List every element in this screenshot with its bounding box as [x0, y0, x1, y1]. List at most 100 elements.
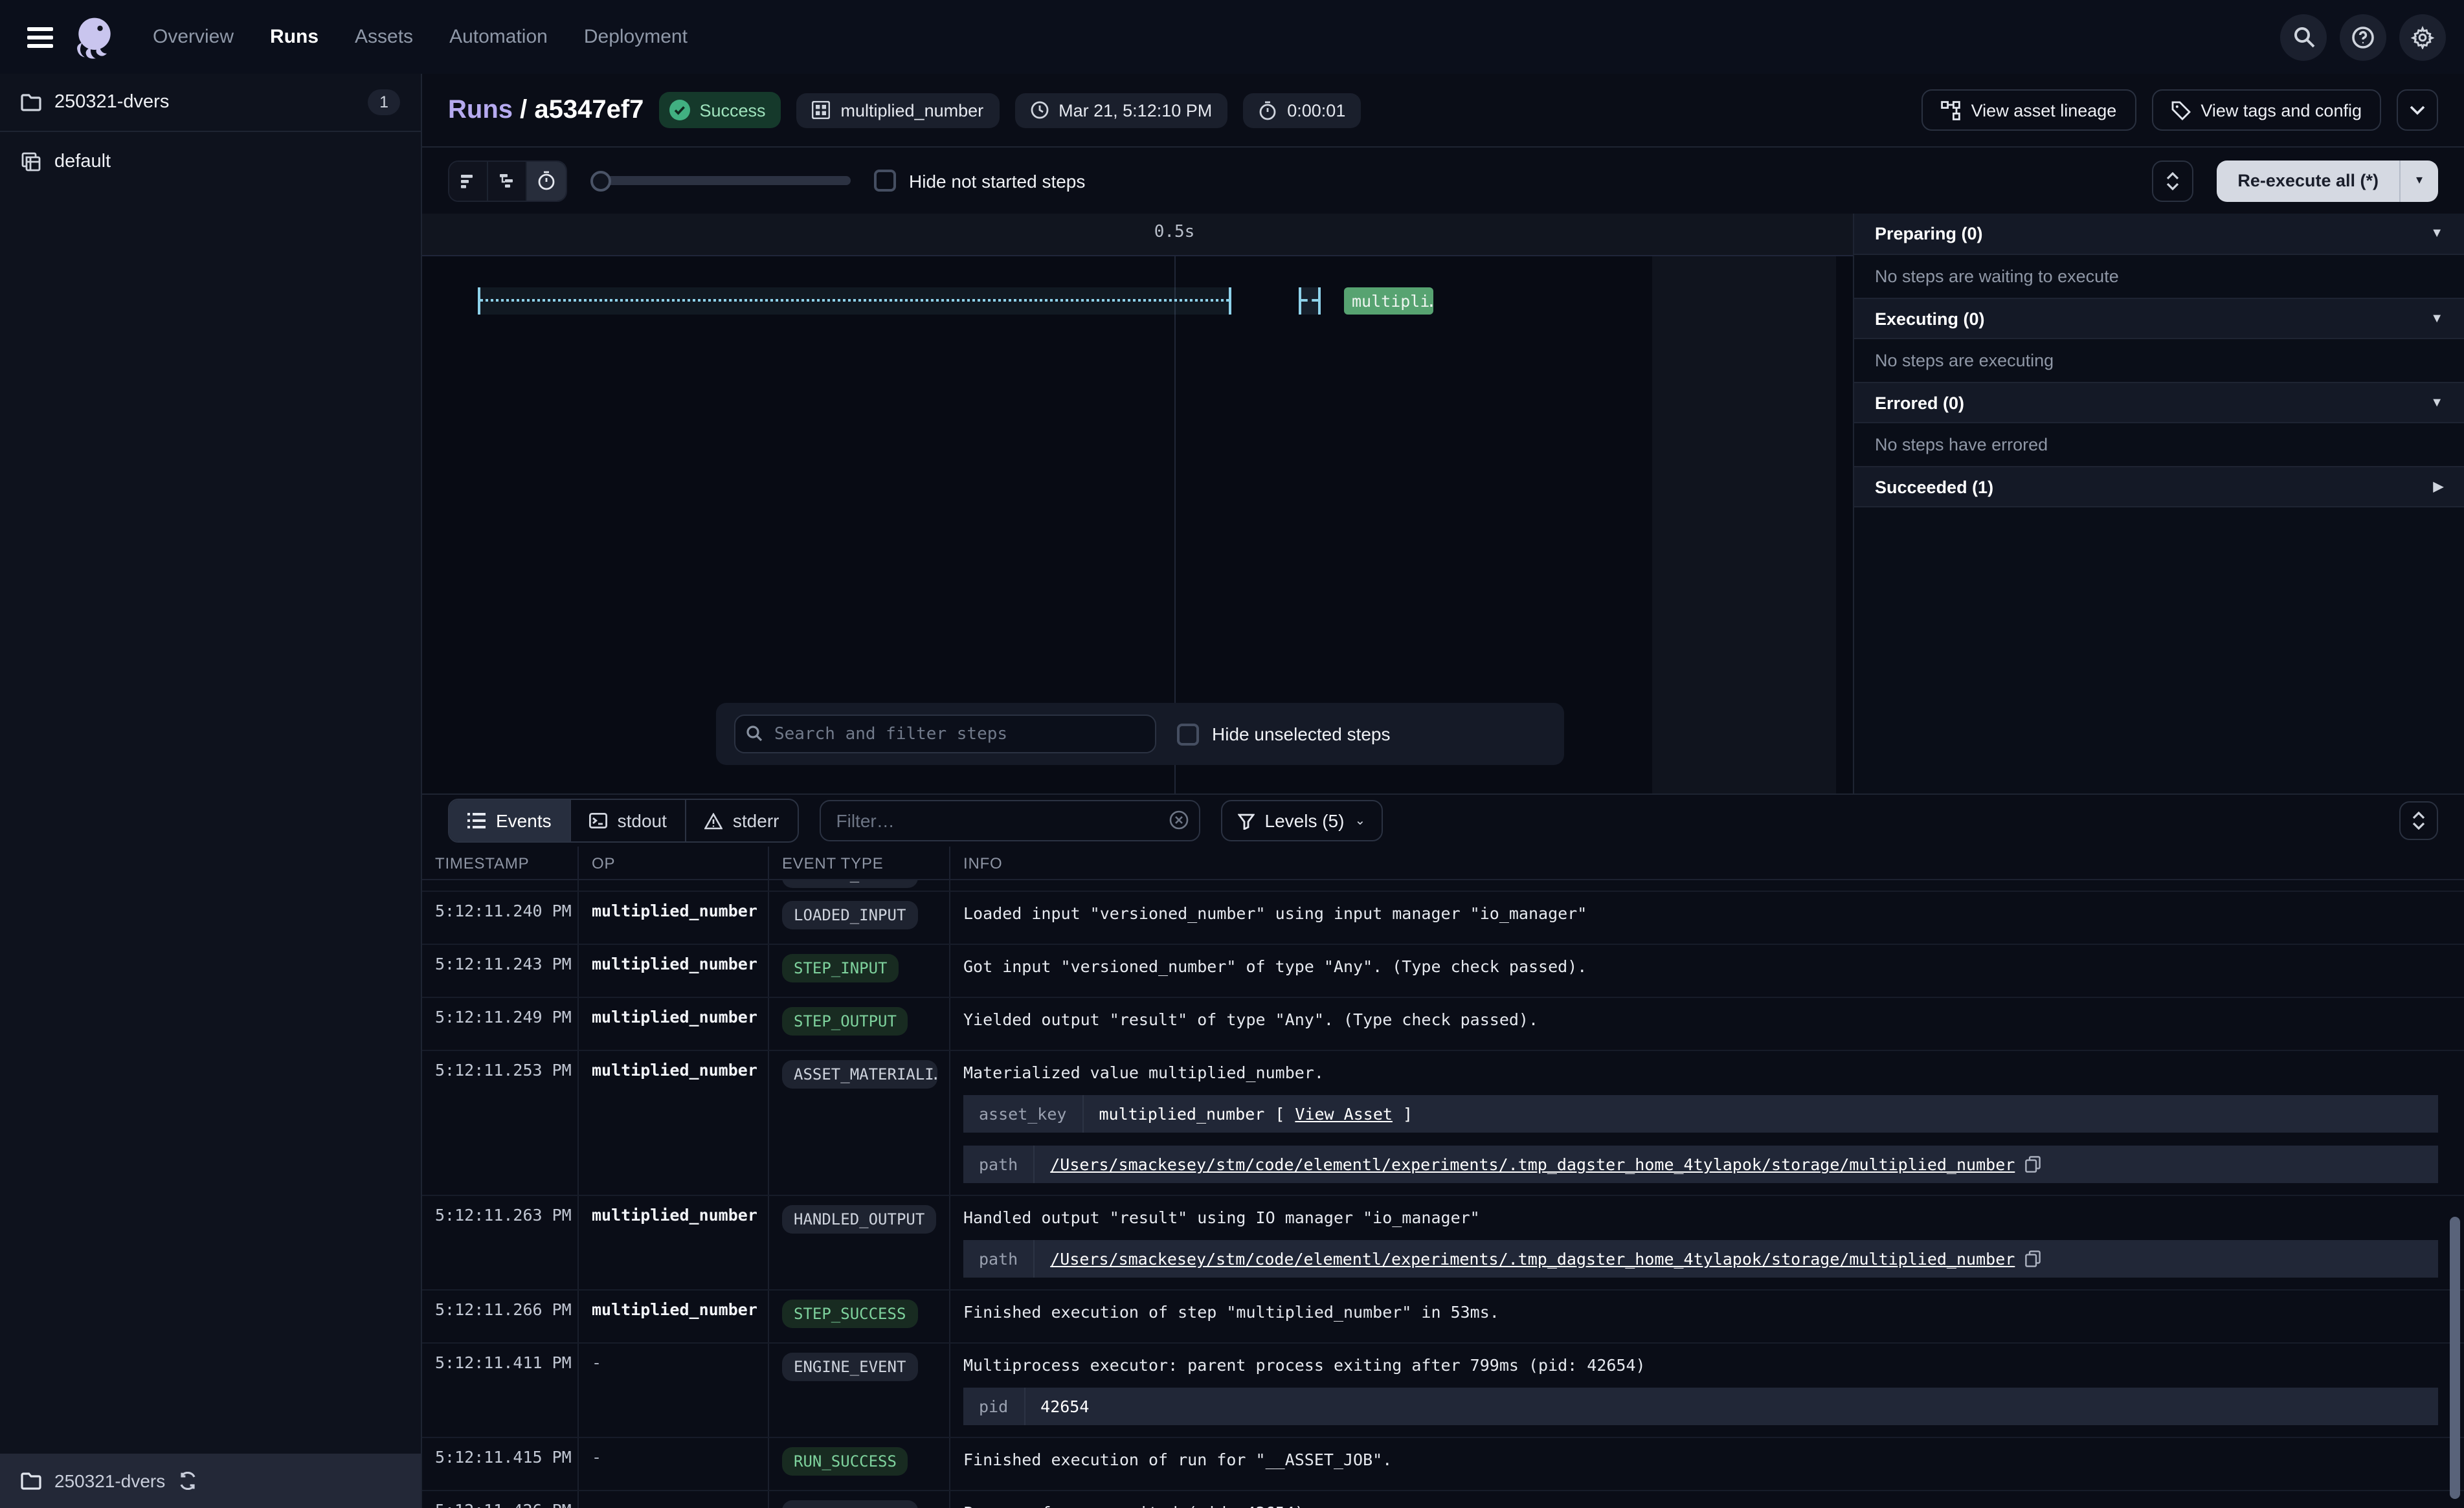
nav-item-overview[interactable]: Overview — [153, 26, 234, 48]
events-filter-input[interactable] — [820, 800, 1200, 841]
search-button[interactable] — [2280, 14, 2327, 60]
timestamp-cell: 5:12:11.415 PM — [422, 1438, 579, 1490]
datetime-chip: Mar 21, 5:12:10 PM — [1014, 93, 1227, 128]
column-header-info: INFO — [950, 847, 2464, 879]
view-asset-lineage-button[interactable]: View asset lineage — [1922, 89, 2136, 131]
expand-events-button[interactable] — [2399, 801, 2438, 840]
op-cell: multiplied_number — [579, 1291, 769, 1342]
copy-icon[interactable] — [2025, 1250, 2041, 1267]
info-text: Loaded input "versioned_number" using in… — [963, 901, 2451, 923]
stopwatch-icon — [1259, 100, 1277, 120]
gantt-view-mode-group — [448, 160, 567, 201]
repo-count-badge: 1 — [368, 89, 400, 115]
folder-icon — [21, 93, 41, 111]
levels-filter-button[interactable]: Levels (5) ⌄ — [1221, 800, 1383, 841]
step-status-panel: Preparing (0)▼No steps are waiting to ex… — [1853, 214, 2464, 793]
table-row[interactable]: 5:12:11.426 PM-ENGINE_EVENTProcess for r… — [422, 1491, 2464, 1508]
section-header-errored[interactable]: Errored (0)▼ — [1854, 382, 2464, 423]
reexecute-all-button[interactable]: Re-execute all (*) — [2217, 160, 2399, 201]
view-asset-link[interactable]: View Asset — [1295, 1104, 1393, 1124]
warning-icon — [704, 812, 722, 829]
timestamp-cell: 5:12:11.243 PM — [422, 945, 579, 997]
column-header-timestamp: TIMESTAMP — [422, 847, 579, 879]
tab-events[interactable]: Events — [449, 800, 571, 841]
gantt-zoom-slider[interactable] — [590, 169, 851, 192]
sidebar-group-item[interactable]: default — [0, 132, 421, 190]
nav-item-deployment[interactable]: Deployment — [584, 26, 688, 48]
copy-icon[interactable] — [2025, 1156, 2041, 1173]
timestamp-cell: 5:12:11.411 PM — [422, 1344, 579, 1437]
gantt-step-bar[interactable]: multipli… — [1344, 287, 1433, 315]
section-header-executing[interactable]: Executing (0)▼ — [1854, 298, 2464, 339]
hamburger-menu-icon[interactable] — [18, 15, 62, 59]
table-row[interactable]: 5:12:11.266 PMmultiplied_numberSTEP_SUCC… — [422, 1291, 2464, 1344]
search-icon — [746, 725, 763, 742]
info-cell: Handled output "result" using IO manager… — [950, 1196, 2464, 1289]
info-text: Got input "versioned_number" of type "An… — [963, 954, 2451, 976]
slider-knob[interactable] — [590, 170, 611, 191]
nav-item-automation[interactable]: Automation — [449, 26, 548, 48]
dagster-run-page: Overview Runs Assets Automation Deployment 2… — [0, 0, 2464, 1508]
header-more-dropdown-button[interactable] — [2397, 89, 2438, 131]
hide-not-started-checkbox-row[interactable]: Hide not started steps — [874, 170, 1085, 192]
refresh-icon[interactable] — [178, 1472, 196, 1490]
table-row[interactable]: 5:12:11.411 PM-ENGINE_EVENTMultiprocess … — [422, 1344, 2464, 1438]
path-link[interactable]: /Users/smackesey/stm/code/elementl/exper… — [1050, 1155, 2015, 1174]
metadata-value: /Users/smackesey/stm/code/elementl/exper… — [1035, 1146, 2056, 1183]
dagster-logo[interactable] — [70, 12, 119, 61]
expand-panel-button[interactable] — [2152, 160, 2193, 201]
sidebar-repo-item[interactable]: 250321-dvers 1 — [0, 74, 421, 132]
asset-chip[interactable]: multiplied_number — [797, 93, 1000, 128]
step-search-input[interactable] — [734, 715, 1156, 753]
tab-stderr[interactable]: stderr — [686, 800, 798, 841]
table-row[interactable]: 5:12:11.253 PMmultiplied_numberASSET_MAT… — [422, 1051, 2464, 1196]
op-cell: multiplied_number — [579, 945, 769, 997]
timing-view-button[interactable] — [527, 161, 566, 200]
hide-unselected-checkbox-row[interactable]: Hide unselected steps — [1177, 723, 1391, 745]
help-button[interactable] — [2340, 14, 2386, 60]
timestamp-cell: 5:12:11.249 PM — [422, 998, 579, 1050]
metadata-value: 42654 — [1025, 1388, 1104, 1425]
clear-filter-icon[interactable] — [1169, 810, 1189, 830]
folder-icon — [21, 1472, 41, 1490]
stopwatch-icon — [537, 171, 555, 190]
path-link[interactable]: /Users/smackesey/stm/code/elementl/exper… — [1050, 1249, 2015, 1269]
event-type-cell: STEP_INPUT — [769, 945, 950, 997]
events-scrollbar[interactable] — [2450, 1217, 2460, 1499]
section-header-preparing[interactable]: Preparing (0)▼ — [1854, 214, 2464, 255]
hide-not-started-checkbox[interactable] — [874, 170, 896, 192]
table-row[interactable]: 5:12:11.243 PMmultiplied_numberSTEP_INPU… — [422, 945, 2464, 998]
section-header-succeeded[interactable]: Succeeded (1)▶ — [1854, 466, 2464, 507]
tag-icon — [2171, 100, 2190, 120]
chevron-down-icon: ⌄ — [1354, 814, 1365, 828]
gantt-chart-area[interactable]: multipli… Hide unselected steps — [422, 256, 1853, 793]
timestamp-cell: 5:12:11.240 PM — [422, 892, 579, 944]
section-empty-text: No steps have errored — [1854, 423, 2464, 466]
events-section: Events stdout stderr — [422, 793, 2464, 1508]
nav-item-assets[interactable]: Assets — [355, 26, 413, 48]
flat-view-icon — [459, 172, 477, 190]
breadcrumb-runs-link[interactable]: Runs — [448, 95, 513, 124]
hide-unselected-checkbox[interactable] — [1177, 723, 1199, 745]
info-text: Materialized value multiplied_number. — [963, 1060, 2451, 1082]
asset-group-icon — [21, 151, 41, 172]
settings-button[interactable] — [2399, 14, 2446, 60]
table-row[interactable]: 5:12:11.263 PMmultiplied_numberHANDLED_O… — [422, 1196, 2464, 1291]
column-header-op: OP — [579, 847, 769, 879]
search-icon — [2292, 26, 2314, 48]
event-type-cell: LOADED_INPUT — [769, 892, 950, 944]
table-row[interactable]: 5:12:11.249 PMmultiplied_numberSTEP_OUTP… — [422, 998, 2464, 1051]
tab-stdout[interactable]: stdout — [571, 800, 686, 841]
waterfall-view-button[interactable] — [488, 161, 527, 200]
reexecute-dropdown-button[interactable]: ▾ — [2399, 160, 2438, 201]
metadata-key: asset_key — [963, 1095, 1083, 1133]
table-row[interactable]: 5:12:11.240 PMmultiplied_numberLOADED_IN… — [422, 892, 2464, 945]
event-type-badge: ENGINE_EVENT — [782, 1500, 917, 1508]
table-row[interactable]: 5:12:11.415 PM-RUN_SUCCESSFinished execu… — [422, 1438, 2464, 1491]
view-tags-config-button[interactable]: View tags and config — [2151, 89, 2381, 131]
sidebar-footer[interactable]: 250321-dvers — [0, 1454, 421, 1508]
event-type-badge: RUN_SUCCESS — [782, 1447, 908, 1476]
flat-view-button[interactable] — [449, 161, 488, 200]
nav-item-runs[interactable]: Runs — [270, 26, 319, 48]
success-check-icon — [669, 100, 690, 120]
